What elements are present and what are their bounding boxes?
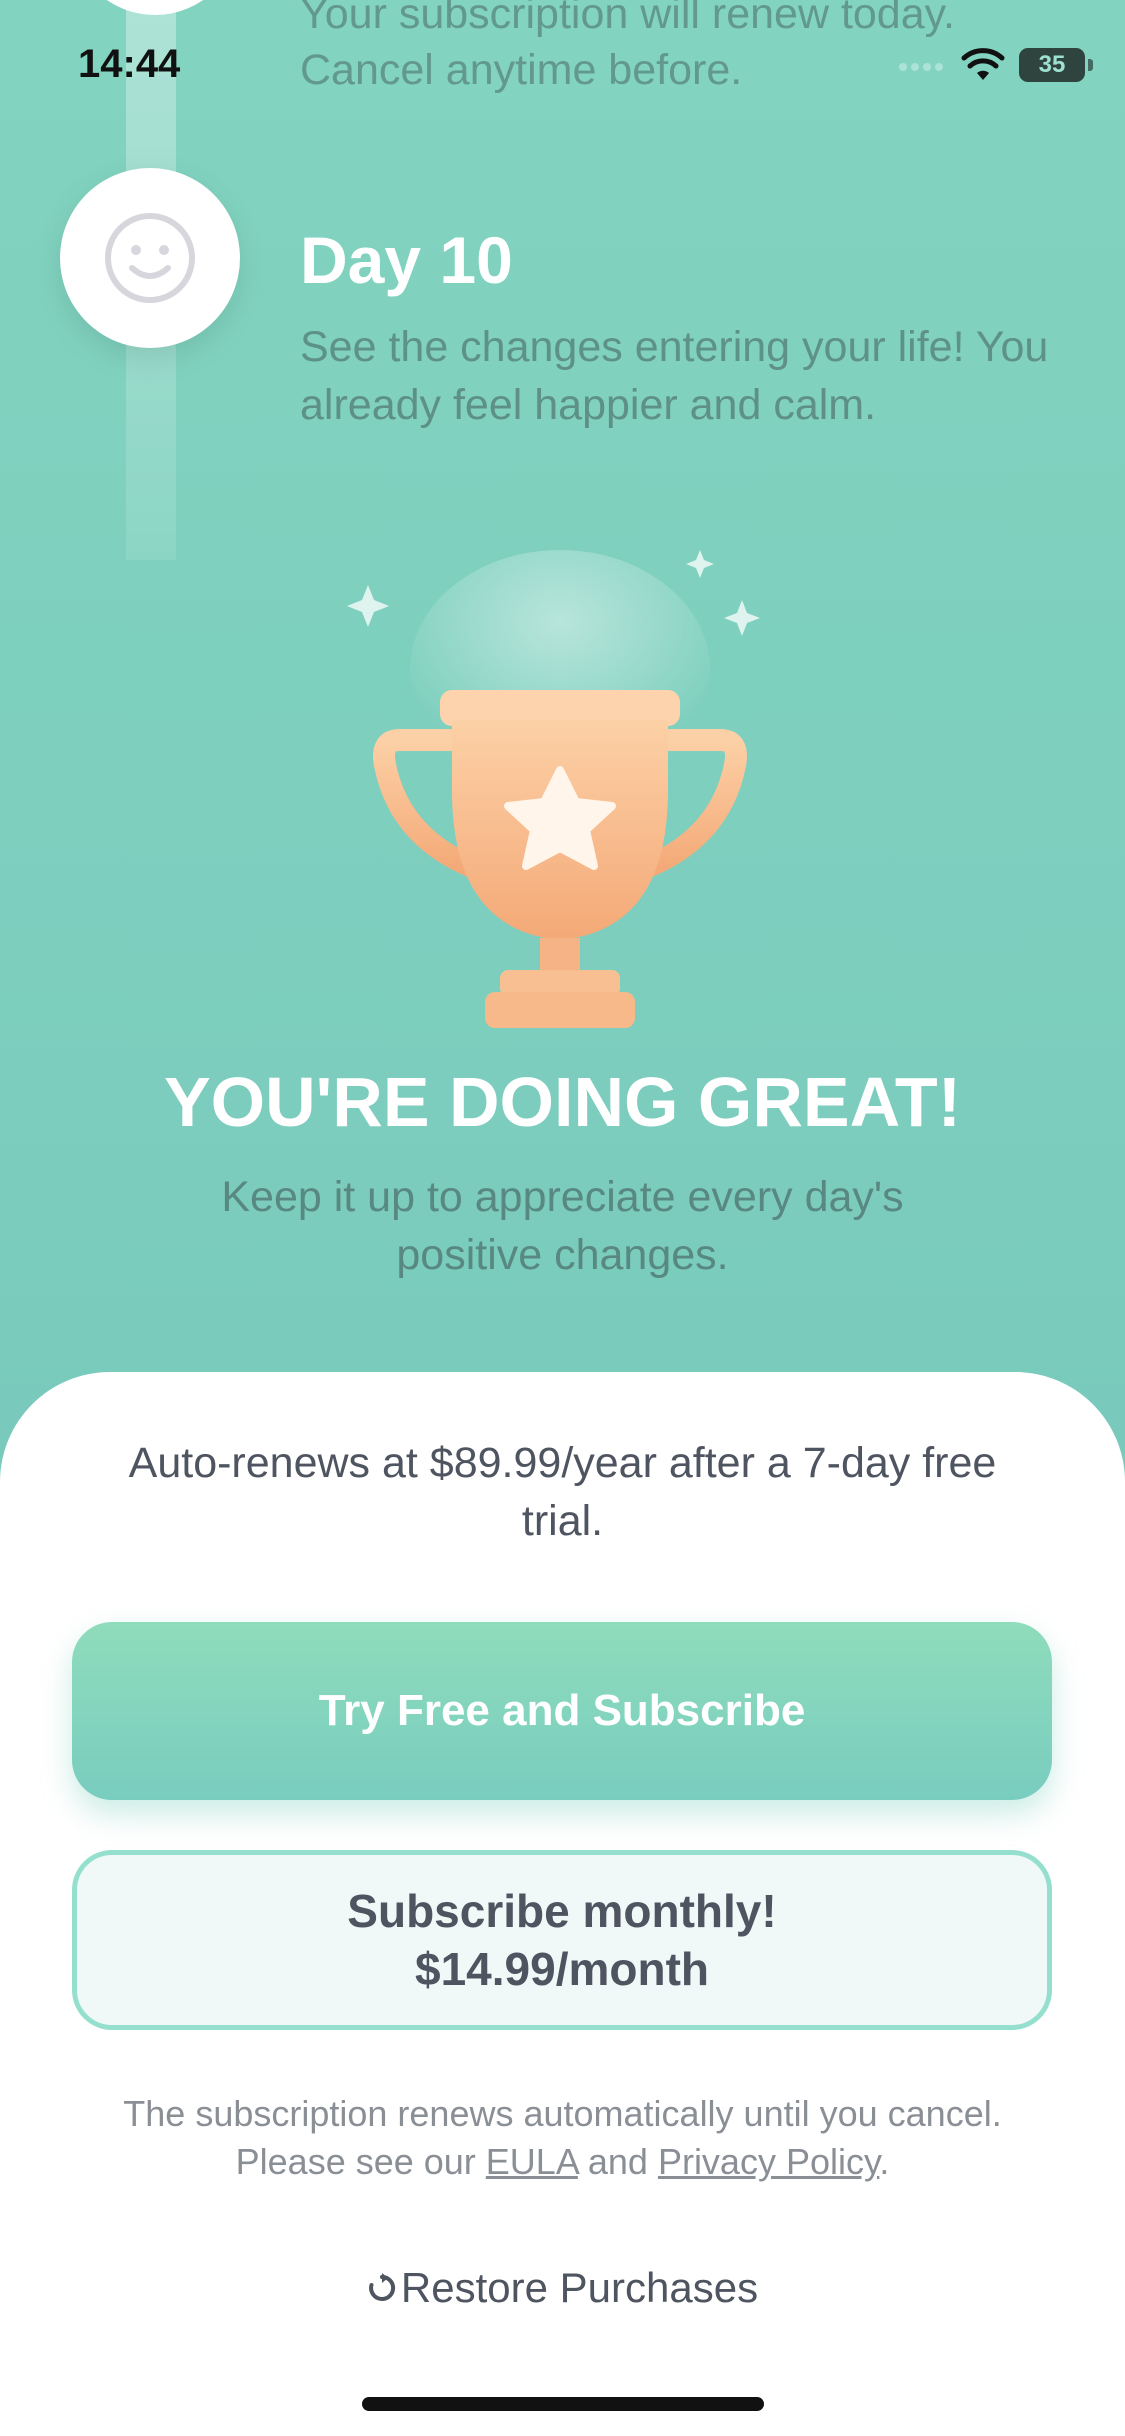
sparkle-icon [724,600,760,636]
hero-subtitle: Keep it up to appreciate every day's pos… [221,1173,904,1279]
restore-purchases-label: Restore Purchases [400,2264,759,2311]
timeline-node-day10 [60,168,240,348]
privacy-policy-link[interactable]: Privacy Policy [658,2141,879,2182]
legal-line-2: Please see our EULA and Privacy Policy. [60,2138,1065,2186]
legal-and: and [577,2141,658,2182]
subscribe-monthly-button[interactable]: Subscribe monthly! $14.99/month [72,1850,1052,2030]
trophy-illustration [330,540,790,1060]
status-icons: 35 [897,48,1093,82]
legal-text: The subscription renews automatically un… [60,2090,1065,2186]
sparkle-icon [347,585,389,627]
hero-title: YOU'RE DOING GREAT! [163,1063,962,1141]
legal-line-1: The subscription renews automatically un… [123,2093,1002,2134]
status-bar: 14:44 35 [0,0,1125,140]
subscription-sheet: Auto-renews at $89.99/year after a 7-day… [0,1372,1125,2436]
price-note: Auto-renews at $89.99/year after a 7-day… [128,1439,997,1545]
try-free-subscribe-button[interactable]: Try Free and Subscribe [72,1622,1052,1800]
battery-icon: 35 [1019,48,1093,82]
trophy-icon [347,550,760,1028]
subscribe-monthly-label: Subscribe monthly! [347,1885,777,1937]
restore-icon [369,2273,395,2301]
signal-icon [899,63,943,71]
day-title: Day 10 [300,223,513,297]
sparkle-icon [686,550,714,578]
day-description: See the changes entering your life! You … [300,323,1049,429]
home-indicator [362,2397,764,2411]
monthly-price-label: $14.99/month [415,1943,709,1995]
wifi-icon [961,48,1005,80]
battery-level: 35 [1038,51,1066,78]
restore-purchases-button[interactable]: Restore Purchases [0,2264,1125,2312]
eula-link[interactable]: EULA [486,2141,578,2182]
legal-suffix: . [879,2141,890,2182]
smiley-icon [105,213,195,303]
status-time: 14:44 [78,42,181,86]
legal-prefix: Please see our [235,2141,486,2182]
